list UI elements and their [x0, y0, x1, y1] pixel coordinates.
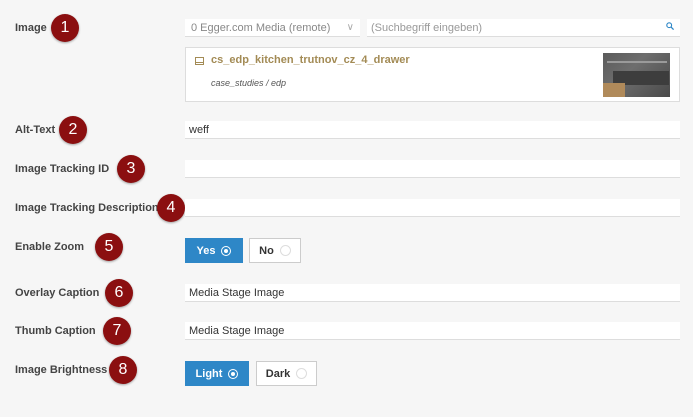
radio-checked-icon [228, 368, 239, 379]
tracking-description-label: Image Tracking Description [15, 202, 159, 214]
chevron-down-icon: ∨ [346, 22, 354, 33]
alt-text-input[interactable]: weff [185, 121, 680, 139]
brightness-dark-radio[interactable]: Dark [256, 361, 317, 386]
marker-4: 4 [157, 194, 185, 222]
tracking-description-input[interactable] [185, 199, 680, 217]
media-source-value: 0 Egger.com Media (remote) [191, 22, 331, 34]
media-title[interactable]: cs_edp_kitchen_trutnov_cz_4_drawer [211, 54, 410, 66]
file-icon [195, 57, 204, 65]
media-source-select[interactable]: 0 Egger.com Media (remote) ∨ [185, 19, 360, 37]
zoom-yes-radio[interactable]: Yes [185, 238, 243, 263]
radio-checked-icon [221, 245, 232, 256]
thumb-caption-label: Thumb Caption [15, 325, 96, 337]
marker-3: 3 [117, 155, 145, 183]
overlay-caption-input[interactable]: Media Stage Image [185, 284, 680, 302]
search-icon[interactable] [666, 22, 674, 30]
image-brightness-label: Image Brightness [15, 364, 108, 376]
zoom-no-radio[interactable]: No [249, 238, 301, 263]
tracking-id-label: Image Tracking ID [15, 163, 110, 175]
thumbnail-detail [607, 61, 667, 63]
marker-7: 7 [103, 317, 131, 345]
radio-unchecked-icon [296, 368, 308, 379]
zoom-yes-label: Yes [196, 244, 216, 257]
image-label: Image [15, 22, 47, 34]
brightness-light-radio[interactable]: Light [185, 361, 249, 386]
brightness-dark-label: Dark [265, 367, 291, 380]
marker-5: 5 [95, 233, 123, 261]
tracking-id-input[interactable] [185, 160, 680, 178]
thumbnail-detail [603, 83, 625, 97]
media-search-input[interactable]: (Suchbegriff eingeben) [367, 19, 680, 37]
marker-6: 6 [105, 279, 133, 307]
overlay-caption-label: Overlay Caption [15, 287, 100, 299]
media-thumbnail [603, 53, 670, 97]
thumb-caption-input[interactable]: Media Stage Image [185, 322, 680, 340]
brightness-light-label: Light [195, 367, 223, 380]
zoom-no-label: No [259, 244, 274, 257]
enable-zoom-label: Enable Zoom [15, 241, 85, 253]
marker-2: 2 [59, 116, 87, 144]
media-path: case_studies / edp [211, 78, 287, 88]
alt-text-label: Alt-Text [15, 124, 56, 136]
marker-8: 8 [109, 356, 137, 384]
radio-unchecked-icon [279, 245, 291, 256]
media-search-placeholder: (Suchbegriff eingeben) [371, 22, 483, 34]
marker-1: 1 [51, 14, 79, 42]
selected-media-card[interactable]: cs_edp_kitchen_trutnov_cz_4_drawer case_… [185, 47, 680, 102]
